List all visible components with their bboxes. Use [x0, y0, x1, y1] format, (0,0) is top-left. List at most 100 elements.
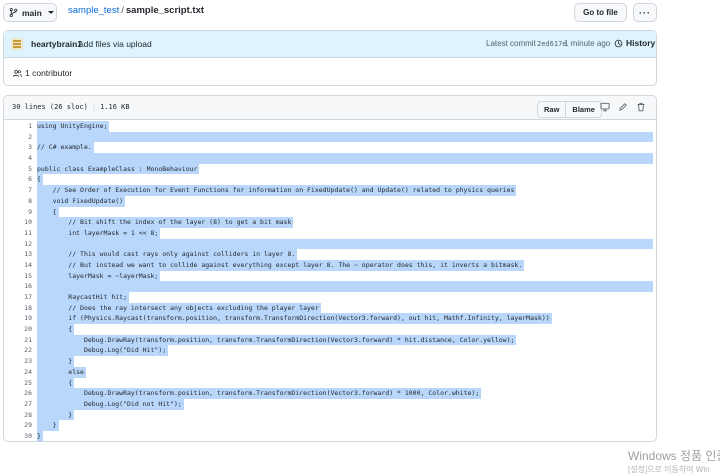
line-number[interactable]: 7 [4, 185, 32, 196]
code-text: Debug.DrawRay(transform.position, transf… [37, 335, 515, 344]
line-number[interactable]: 11 [4, 228, 32, 239]
avatar[interactable] [11, 38, 23, 50]
code-text: else [37, 367, 84, 376]
code-line[interactable]: 28 } [4, 409, 656, 421]
git-branch-icon [9, 8, 18, 17]
code-line[interactable]: 5 public class ExampleClass : MonoBehavio… [4, 163, 656, 175]
line-number[interactable]: 26 [4, 388, 32, 399]
code-line[interactable]: 17 RaycastHit hit; [4, 292, 656, 303]
code-line[interactable]: 15 layerMask = ~layerMask; [4, 270, 656, 282]
code-line[interactable]: 27 Debug.Log("Did not Hit"); [4, 398, 656, 410]
commit-box: heartybrain1 Add files via upload Latest… [3, 30, 657, 86]
selection-highlight [37, 131, 653, 143]
go-to-file-button[interactable]: Go to file [574, 3, 627, 22]
code-line[interactable]: 9 { [4, 206, 656, 218]
line-number[interactable]: 21 [4, 335, 32, 346]
people-icon [13, 69, 22, 77]
code-text: using UnityEngine; [37, 122, 108, 130]
line-number[interactable]: 12 [4, 239, 32, 250]
code-line[interactable]: 29 } [4, 420, 656, 431]
code-line[interactable]: 30} [4, 430, 656, 441]
code-text: } [37, 421, 57, 430]
line-number[interactable]: 27 [4, 399, 32, 410]
contributors[interactable]: 1 contributor [13, 68, 72, 78]
line-number[interactable]: 24 [4, 367, 32, 378]
line-number[interactable]: 17 [4, 292, 32, 303]
commit-sha-link[interactable]: 2ed617e [537, 40, 567, 48]
branch-selector-button[interactable]: main [3, 3, 57, 22]
code-text: { [37, 207, 57, 216]
breadcrumb-file-name: sample_script.txt [125, 5, 205, 16]
more-options-button[interactable]: ··· [633, 3, 657, 22]
pencil-icon[interactable] [618, 102, 628, 112]
code-line[interactable]: 11 int layerMask = 1 << 8; [4, 227, 656, 239]
commit-message-link[interactable]: Add files via upload [78, 39, 152, 49]
commit-author-link[interactable]: heartybrain1 [31, 39, 82, 49]
code-line[interactable]: 4 [4, 153, 656, 164]
code-text: Debug.Log("Did Hit"); [37, 346, 167, 355]
code-line[interactable]: 26 Debug.DrawRay(transform.position, tra… [4, 388, 656, 399]
code-line[interactable]: 8 void FixedUpdate() [4, 195, 656, 207]
code-line[interactable]: 1 using UnityEngine; [4, 121, 656, 132]
display-icon[interactable] [600, 102, 610, 112]
line-number[interactable]: 16 [4, 281, 32, 292]
code-line[interactable]: 19 if (Physics.Raycast(transform.positio… [4, 313, 656, 325]
code-text: // But instead we want to collide agains… [37, 260, 523, 269]
code-line[interactable]: 20 { [4, 324, 656, 335]
line-number[interactable]: 14 [4, 260, 32, 271]
line-number[interactable]: 25 [4, 378, 32, 389]
code-area[interactable]: 1 using UnityEngine; 2 3 // C# example. 4 5 pub… [4, 121, 656, 441]
raw-button[interactable]: Raw [538, 102, 565, 117]
line-number[interactable]: 4 [4, 153, 32, 164]
code-line[interactable]: 2 [4, 131, 656, 143]
code-line[interactable]: 6{ [4, 174, 656, 186]
line-number[interactable]: 9 [4, 207, 32, 218]
line-number[interactable]: 13 [4, 249, 32, 260]
line-number[interactable]: 29 [4, 420, 32, 431]
line-number[interactable]: 22 [4, 345, 32, 356]
history-label: History [626, 38, 656, 48]
code-line[interactable]: 10 // Bit shift the index of the layer (… [4, 217, 656, 228]
blame-button[interactable]: Blame [565, 102, 601, 117]
code-line[interactable]: 25 { [4, 377, 656, 389]
line-number[interactable]: 23 [4, 356, 32, 367]
trash-icon[interactable] [636, 102, 646, 112]
line-number[interactable]: 20 [4, 324, 32, 335]
latest-commit-row: heartybrain1 Add files via upload Latest… [4, 31, 656, 58]
code-text: Debug.DrawRay(transform.position, transf… [37, 389, 480, 398]
file-viewer: 30 lines (26 sloc) | 1.16 KB Raw Blame 1 us… [3, 95, 657, 442]
file-toolbar: 30 lines (26 sloc) | 1.16 KB Raw Blame [4, 96, 656, 120]
code-line[interactable]: 13 // This would cast rays only against … [4, 249, 656, 260]
code-line[interactable]: 24 else [4, 366, 656, 378]
file-size: 1.16 KB [100, 103, 130, 111]
code-text: layerMask = ~layerMask; [37, 271, 159, 280]
code-text: if (Physics.Raycast(transform.position, … [37, 314, 550, 323]
code-line[interactable]: 14 // But instead we want to collide aga… [4, 259, 656, 271]
line-number[interactable]: 5 [4, 164, 32, 175]
code-text: { [37, 325, 73, 334]
file-header: main sample_test / sample_script.txt Go to… [0, 0, 720, 26]
line-number[interactable]: 15 [4, 271, 32, 282]
code-line[interactable]: 16 [4, 281, 656, 292]
raw-blame-group: Raw Blame [537, 101, 602, 118]
line-number[interactable]: 1 [4, 121, 32, 132]
line-number[interactable]: 30 [4, 431, 32, 441]
line-number[interactable]: 6 [4, 174, 32, 185]
code-line[interactable]: 23 } [4, 356, 656, 367]
code-line[interactable]: 21 Debug.DrawRay(transform.position, tra… [4, 334, 656, 346]
line-number[interactable]: 2 [4, 132, 32, 143]
code-line[interactable]: 22 Debug.Log("Did Hit"); [4, 345, 656, 357]
line-number[interactable]: 3 [4, 142, 32, 153]
line-number[interactable]: 8 [4, 196, 32, 207]
code-line[interactable]: 3 // C# example. [4, 142, 656, 154]
line-number[interactable]: 28 [4, 410, 32, 421]
line-number[interactable]: 19 [4, 313, 32, 324]
code-line[interactable]: 18 // Does the ray intersect any objects… [4, 302, 656, 314]
history-button[interactable]: History [614, 38, 655, 48]
breadcrumb-repo-link[interactable]: sample_test [68, 5, 119, 16]
code-line[interactable]: 7 // See Order of Execution for Event Fu… [4, 185, 656, 196]
code-line[interactable]: 12 [4, 238, 656, 250]
line-number[interactable]: 10 [4, 217, 32, 228]
line-number[interactable]: 18 [4, 303, 32, 314]
breadcrumb: sample_test / sample_script.txt [68, 5, 204, 16]
